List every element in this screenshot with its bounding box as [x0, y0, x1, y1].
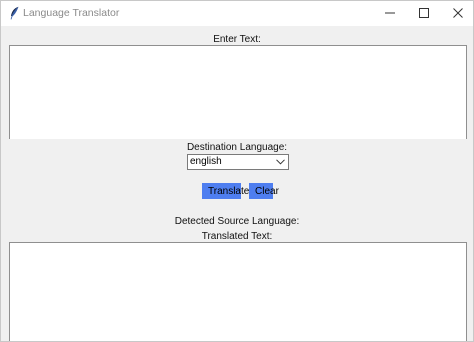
minimize-button[interactable] [373, 1, 407, 26]
app-window: Language Translator Enter Text: Destinat… [0, 0, 474, 342]
window-title: Language Translator [23, 7, 120, 19]
source-text-input[interactable] [9, 45, 467, 139]
destination-language-label: Destination Language: [186, 142, 288, 153]
selected-language: english [190, 156, 222, 167]
minimize-icon [385, 12, 395, 14]
maximize-icon [419, 8, 429, 18]
feather-icon [9, 6, 21, 20]
close-icon [453, 8, 463, 18]
translated-text-label: Translated Text: [201, 231, 273, 242]
detected-source-language-label: Detected Source Language: [174, 216, 300, 227]
maximize-button[interactable] [407, 1, 441, 26]
translated-text-output[interactable] [9, 242, 467, 341]
enter-text-label: Enter Text: [213, 34, 261, 45]
destination-language-select[interactable]: english [187, 154, 289, 170]
title-bar[interactable]: Language Translator [1, 1, 473, 26]
clear-button[interactable]: Clear [249, 183, 279, 199]
close-button[interactable] [441, 1, 473, 26]
translate-button[interactable]: Translate [202, 183, 249, 199]
chevron-down-icon [276, 159, 285, 165]
